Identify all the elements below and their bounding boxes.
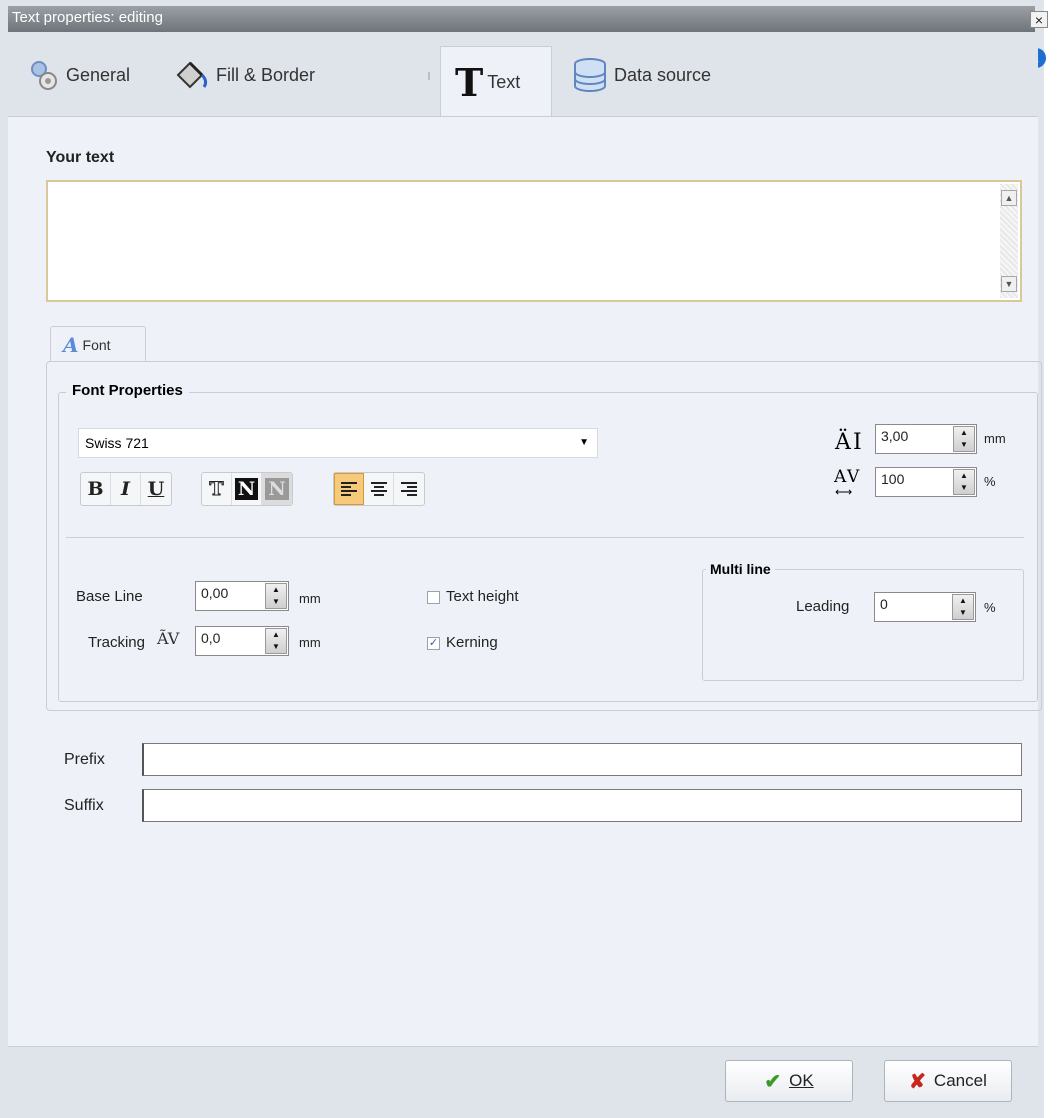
- tab-bar: General Fill & Border T Text Data source: [8, 32, 1038, 118]
- your-text-label: Your text: [46, 149, 115, 166]
- tab-fill-border-label: Fill & Border: [216, 64, 316, 85]
- text-t-icon: T: [455, 60, 484, 105]
- font-properties-title: Font Properties: [66, 382, 189, 399]
- align-left-icon: [341, 482, 357, 496]
- inverse-button[interactable]: N: [232, 473, 262, 505]
- font-a-icon: A: [63, 332, 79, 357]
- close-button[interactable]: ×: [1030, 11, 1048, 28]
- prefix-label: Prefix: [64, 751, 105, 768]
- leading-unit: %: [984, 600, 996, 615]
- text-height-checkbox[interactable]: [427, 591, 440, 604]
- align-center-button[interactable]: [364, 473, 394, 505]
- suffix-input[interactable]: [142, 789, 1022, 822]
- negative-button[interactable]: N: [262, 473, 292, 505]
- font-width-arrow-icon: ⟷: [835, 485, 853, 499]
- multi-line-title: Multi line: [706, 561, 775, 577]
- align-toolbar: [333, 472, 425, 506]
- scroll-down-arrow-icon[interactable]: ▼: [1001, 276, 1017, 292]
- base-line-spin-buttons[interactable]: ▲ ▼: [265, 583, 287, 609]
- tab-text[interactable]: T Text: [440, 46, 552, 118]
- font-width-unit: %: [984, 474, 996, 489]
- title-bar: Text properties: editing: [8, 6, 1035, 32]
- tab-fill-border[interactable]: Fill & Border: [172, 48, 315, 102]
- font-name-value: Swiss 721: [85, 435, 149, 451]
- align-right-button[interactable]: [394, 473, 424, 505]
- leading-spin-buttons[interactable]: ▲ ▼: [952, 594, 974, 620]
- tracking-spinner[interactable]: 0,0 ▲ ▼: [195, 626, 289, 656]
- text-height-label: Text height: [446, 588, 519, 605]
- tab-separator: [428, 72, 430, 80]
- tracking-unit: mm: [299, 635, 321, 650]
- style-toolbar: B I U: [80, 472, 172, 506]
- negative-label: N: [265, 478, 289, 500]
- font-size-value: 3,00: [881, 428, 909, 444]
- outline-button[interactable]: T: [202, 473, 232, 505]
- prefix-input[interactable]: [142, 743, 1022, 776]
- cancel-label: Cancel: [933, 1071, 987, 1090]
- gear-icon: [31, 61, 57, 90]
- base-line-spinner[interactable]: 0,00 ▲ ▼: [195, 581, 289, 611]
- font-size-icon: Ä: [835, 430, 851, 455]
- underline-button[interactable]: U: [141, 473, 171, 505]
- tracking-label: Tracking: [88, 634, 145, 651]
- checkmark-icon: ✔: [764, 1070, 782, 1093]
- base-line-unit: mm: [299, 591, 321, 606]
- effects-toolbar: T N N: [201, 472, 293, 506]
- base-line-label: Base Line: [76, 588, 143, 605]
- base-line-value: 0,00: [201, 585, 229, 601]
- font-width-value: 100: [881, 471, 905, 487]
- multi-line-group: [702, 569, 1024, 681]
- chevron-down-icon: ▼: [579, 437, 589, 448]
- font-size-unit: mm: [984, 431, 1006, 446]
- font-width-spinner[interactable]: 100 ▲ ▼: [875, 467, 977, 497]
- database-icon: [574, 58, 606, 92]
- tab-general[interactable]: General: [26, 48, 130, 102]
- tab-general-label: General: [66, 64, 131, 85]
- font-size-icon-bar: I: [853, 430, 862, 455]
- paint-bucket-icon: [176, 61, 208, 89]
- window-title: Text properties: editing: [12, 9, 163, 26]
- kerning-label: Kerning: [446, 634, 498, 651]
- font-name-select[interactable]: Swiss 721 ▼: [78, 428, 598, 458]
- scroll-up-arrow-icon[interactable]: ▲: [1001, 190, 1017, 206]
- tab-data-source[interactable]: Data source: [570, 48, 711, 102]
- leading-spinner[interactable]: 0 ▲ ▼: [874, 592, 976, 622]
- font-size-spinner[interactable]: 3,00 ▲ ▼: [875, 424, 977, 454]
- leading-label: Leading: [796, 598, 850, 615]
- font-size-spin-buttons[interactable]: ▲ ▼: [953, 426, 975, 452]
- ok-button[interactable]: ✔ OK: [725, 1060, 853, 1102]
- bold-button[interactable]: B: [81, 473, 111, 505]
- footer-divider: [8, 1046, 1038, 1047]
- your-text-area[interactable]: ▲ ▼: [46, 180, 1022, 302]
- text-scrollbar[interactable]: ▲ ▼: [1000, 184, 1018, 298]
- suffix-label: Suffix: [64, 797, 104, 814]
- tab-font[interactable]: A Font: [50, 326, 146, 362]
- tracking-icon: ÃV: [157, 629, 180, 648]
- align-right-icon: [401, 482, 417, 496]
- italic-button[interactable]: I: [111, 473, 141, 505]
- tab-font-label: Font: [82, 336, 111, 353]
- tab-data-source-label: Data source: [614, 64, 712, 85]
- font-width-icon-v: V: [847, 467, 860, 487]
- tracking-value: 0,0: [201, 630, 221, 646]
- inverse-label: N: [234, 478, 259, 500]
- ok-label: OK: [789, 1071, 814, 1090]
- cross-icon: ✘: [909, 1070, 926, 1093]
- dialog-window: Text properties: editing × i General Fil…: [0, 0, 1048, 1118]
- align-center-icon: [370, 482, 387, 496]
- cancel-button[interactable]: ✘ Cancel: [884, 1060, 1012, 1102]
- leading-value: 0: [880, 596, 888, 612]
- font-width-spin-buttons[interactable]: ▲ ▼: [953, 469, 975, 495]
- kerning-checkbox[interactable]: ✓: [427, 637, 440, 650]
- font-width-icon: A: [834, 467, 847, 487]
- tab-text-label: Text: [487, 72, 521, 92]
- tracking-spin-buttons[interactable]: ▲ ▼: [265, 628, 287, 654]
- align-left-button[interactable]: [334, 473, 364, 505]
- font-divider: [66, 537, 1024, 538]
